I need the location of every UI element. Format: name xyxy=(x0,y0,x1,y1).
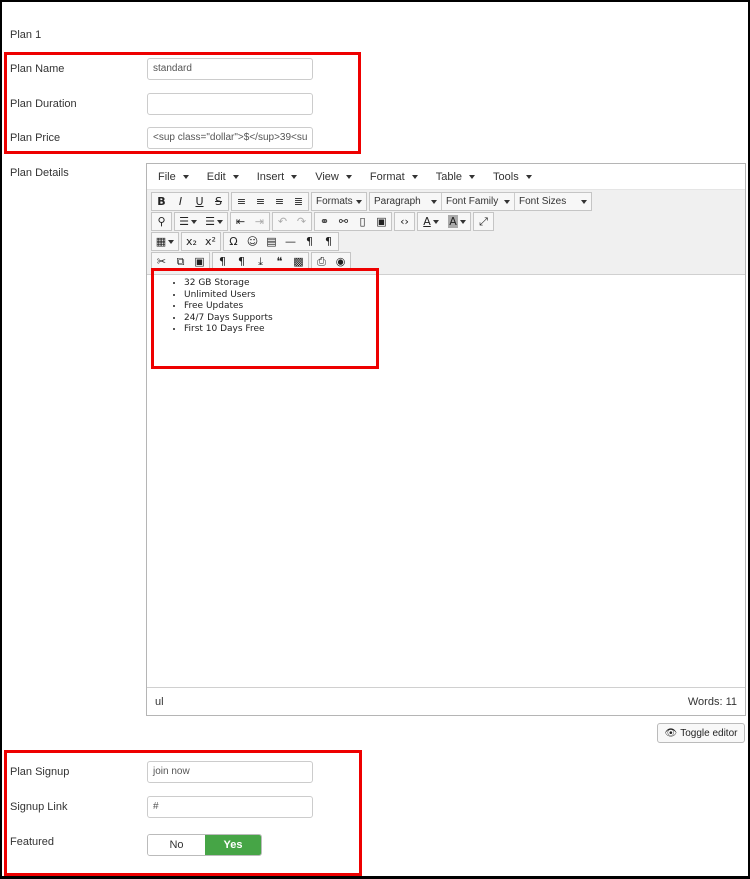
chevron-down-icon xyxy=(504,199,510,204)
plan-price-input[interactable]: <sup class="dollar">$</sup>39<su xyxy=(147,127,313,149)
toggle-editor-button[interactable]: 👁 Toggle editor xyxy=(657,723,745,743)
menu-view[interactable]: View xyxy=(310,171,357,183)
paragraph-label: Paragraph xyxy=(374,196,421,207)
media-icon[interactable]: ▤ xyxy=(262,233,281,250)
menu-edit[interactable]: Edit xyxy=(202,171,244,183)
element-path[interactable]: ul xyxy=(155,696,164,708)
strikethrough-icon[interactable]: S xyxy=(209,193,228,210)
bold-icon[interactable]: B xyxy=(152,193,171,210)
paragraph-select[interactable]: Paragraph xyxy=(370,193,442,210)
list-item: Unlimited Users xyxy=(184,290,745,302)
subscript-icon[interactable]: x₂ xyxy=(182,233,201,250)
menu-insert-label: Insert xyxy=(256,170,285,183)
plan-duration-label: Plan Duration xyxy=(10,98,77,110)
link-icon[interactable]: ⚭ xyxy=(315,213,334,230)
featured-no-option[interactable]: No xyxy=(148,835,205,855)
rich-text-editor[interactable]: File Edit Insert View Format Table Tools… xyxy=(146,163,746,716)
undo-icon[interactable]: ↶ xyxy=(273,213,292,230)
plan-details-label: Plan Details xyxy=(10,167,69,179)
plan-name-label: Plan Name xyxy=(10,63,65,75)
menu-file-label: File xyxy=(158,170,176,183)
menu-format-label: Format xyxy=(369,170,405,183)
editor-statusbar: ul Words: 11 xyxy=(147,687,745,715)
menu-file[interactable]: File xyxy=(153,171,194,183)
font-family-label: Font Family xyxy=(446,196,499,207)
align-left-icon[interactable]: ≡ xyxy=(232,193,251,210)
details-list: 32 GB Storage Unlimited Users Free Updat… xyxy=(184,278,745,336)
rtl-icon[interactable]: ¶ xyxy=(319,233,338,250)
plan-signup-label: Plan Signup xyxy=(10,766,70,778)
plan-title: Plan 1 xyxy=(10,29,42,41)
word-count: Words: 11 xyxy=(687,695,737,708)
font-family-select[interactable]: Font Family xyxy=(442,193,515,210)
table-icon[interactable]: ▦ xyxy=(152,233,178,250)
chevron-down-icon xyxy=(431,199,437,204)
menu-tools[interactable]: Tools xyxy=(488,171,537,183)
italic-icon[interactable]: I xyxy=(171,193,190,210)
superscript-icon[interactable]: x² xyxy=(201,233,220,250)
menu-table[interactable]: Table xyxy=(431,171,480,183)
bullet-list-icon[interactable]: ☰ xyxy=(175,213,201,230)
underline-icon[interactable]: U xyxy=(190,193,209,210)
plan-duration-input[interactable] xyxy=(147,93,313,115)
menu-format[interactable]: Format xyxy=(365,171,423,183)
plan-name-input[interactable]: standard xyxy=(147,58,313,80)
text-color-icon[interactable]: A xyxy=(418,213,444,230)
justify-icon[interactable]: ≣ xyxy=(289,193,308,210)
chevron-down-icon xyxy=(291,174,298,179)
featured-label: Featured xyxy=(10,836,55,848)
chevron-down-icon xyxy=(411,174,418,179)
fullscreen-icon[interactable]: ⤢ xyxy=(474,213,493,230)
toggle-editor-label: Toggle editor xyxy=(680,727,738,739)
menu-insert[interactable]: Insert xyxy=(252,171,303,183)
editor-toolbar: B I U S ≡ ≡ ≡ ≣ Formats Paragraph Font F… xyxy=(147,190,745,275)
background-color-icon[interactable]: A xyxy=(444,213,470,230)
redo-icon[interactable]: ↷ xyxy=(292,213,311,230)
chevron-down-icon xyxy=(525,174,532,179)
bookmark-icon[interactable]: ▯ xyxy=(353,213,372,230)
chevron-down-icon xyxy=(182,174,189,179)
list-item: Free Updates xyxy=(184,301,745,313)
plan-price-label: Plan Price xyxy=(10,132,61,144)
signup-link-label: Signup Link xyxy=(10,801,68,813)
numbered-list-icon[interactable]: ☰ xyxy=(201,213,227,230)
chevron-down-icon xyxy=(469,174,476,179)
emoticon-icon[interactable]: ☺ xyxy=(243,233,262,250)
unlink-icon[interactable]: ⚯ xyxy=(334,213,353,230)
chevron-down-icon xyxy=(232,174,239,179)
editor-content-area[interactable]: 32 GB Storage Unlimited Users Free Updat… xyxy=(147,268,745,687)
list-item: 24/7 Days Supports xyxy=(184,313,745,325)
signup-link-input[interactable]: # xyxy=(147,796,313,818)
font-sizes-select[interactable]: Font Sizes xyxy=(515,193,591,210)
image-icon[interactable]: ▣ xyxy=(372,213,391,230)
menu-edit-label: Edit xyxy=(206,170,226,183)
editor-menubar: File Edit Insert View Format Table Tools xyxy=(147,164,745,190)
find-icon[interactable]: ⚲ xyxy=(152,213,171,230)
menu-table-label: Table xyxy=(435,170,463,183)
formats-label: Formats xyxy=(316,196,353,207)
align-center-icon[interactable]: ≡ xyxy=(251,193,270,210)
list-item: First 10 Days Free xyxy=(184,324,745,336)
align-right-icon[interactable]: ≡ xyxy=(270,193,289,210)
eye-icon: 👁 xyxy=(664,727,678,739)
font-sizes-label: Font Sizes xyxy=(519,196,567,207)
list-item: 32 GB Storage xyxy=(184,278,745,290)
plan-signup-input[interactable]: join now xyxy=(147,761,313,783)
menu-tools-label: Tools xyxy=(493,170,519,183)
indent-icon[interactable]: ⇥ xyxy=(250,213,269,230)
outdent-icon[interactable]: ⇤ xyxy=(231,213,250,230)
horizontal-rule-icon[interactable]: — xyxy=(281,233,300,250)
code-icon[interactable]: ‹› xyxy=(395,213,414,230)
chevron-down-icon xyxy=(581,199,587,204)
chevron-down-icon xyxy=(356,199,362,204)
featured-toggle[interactable]: No Yes xyxy=(147,834,262,856)
chevron-down-icon xyxy=(345,174,352,179)
formats-select[interactable]: Formats xyxy=(312,193,366,210)
special-char-icon[interactable]: Ω xyxy=(224,233,243,250)
menu-view-label: View xyxy=(315,170,339,183)
ltr-icon[interactable]: ¶ xyxy=(300,233,319,250)
featured-yes-option[interactable]: Yes xyxy=(205,835,261,855)
